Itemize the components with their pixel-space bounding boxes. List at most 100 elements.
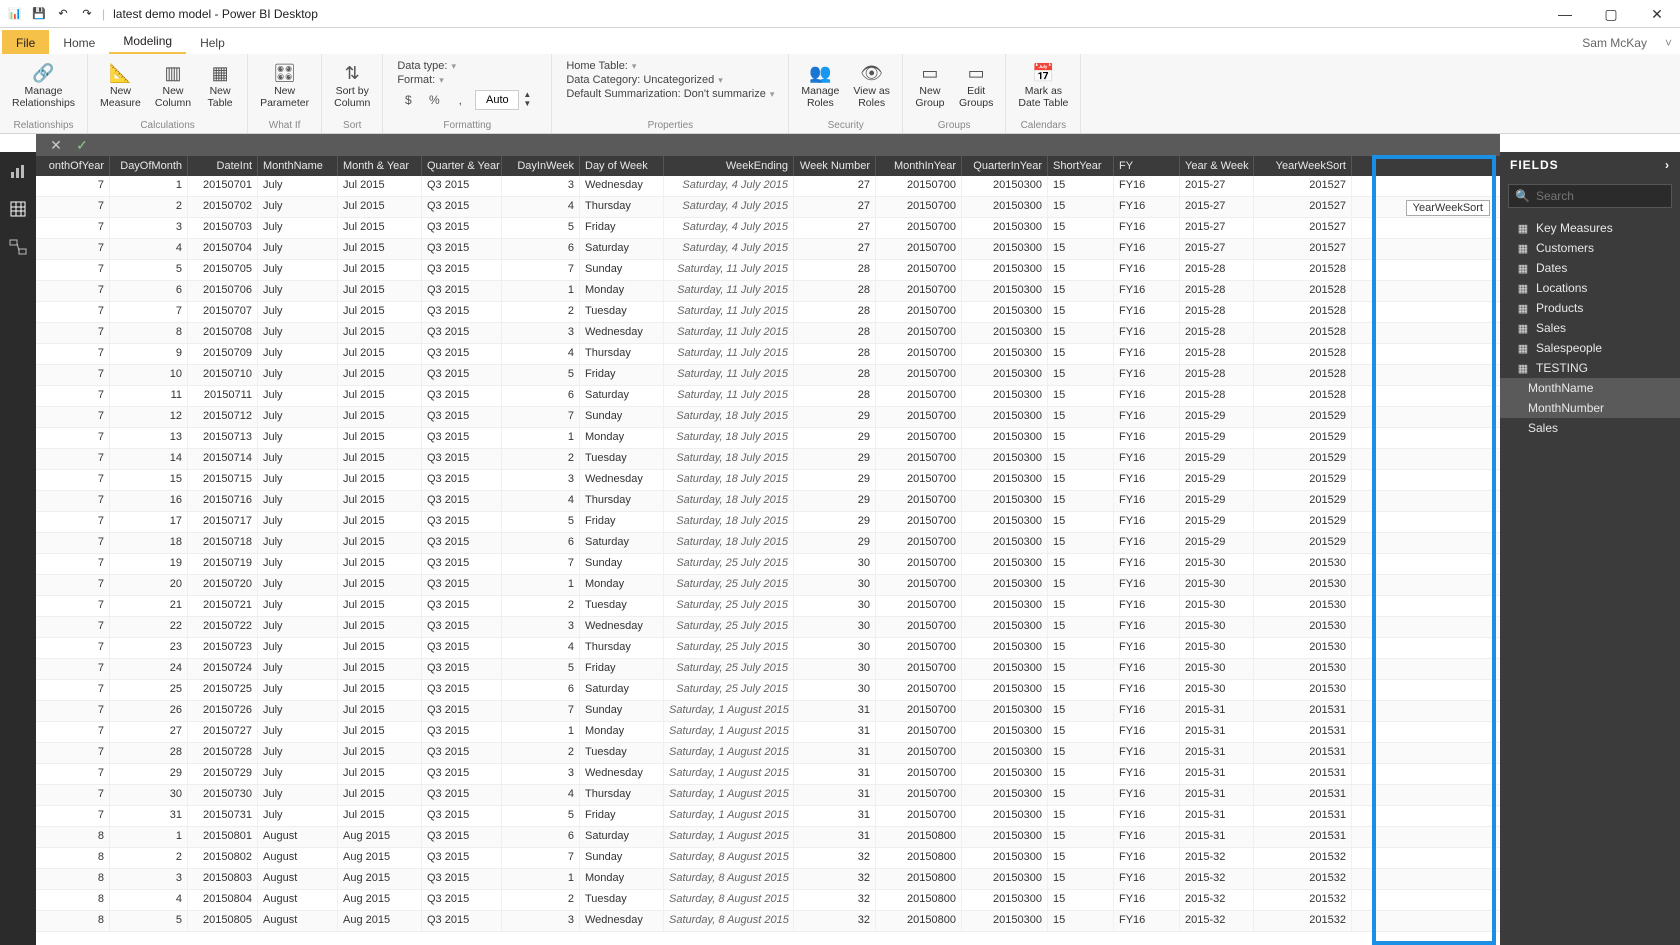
table-cell[interactable]: 20150800: [876, 827, 962, 847]
table-cell[interactable]: Jul 2015: [338, 743, 422, 763]
table-row[interactable]: 72420150724JulyJul 2015Q3 20155FridaySat…: [36, 659, 1500, 680]
table-cell[interactable]: 2: [502, 449, 580, 469]
table-cell[interactable]: Saturday, 8 August 2015: [664, 890, 794, 910]
table-cell[interactable]: 2015-27: [1180, 239, 1254, 259]
table-cell[interactable]: 2015-31: [1180, 764, 1254, 784]
table-cell[interactable]: 3: [502, 911, 580, 931]
table-cell[interactable]: 2015-28: [1180, 344, 1254, 364]
table-cell[interactable]: FY16: [1114, 827, 1180, 847]
table-cell[interactable]: Friday: [580, 365, 664, 385]
grid-header[interactable]: onthOfYearDayOfMonthDateIntMonthNameMont…: [36, 156, 1500, 176]
table-cell[interactable]: 2015-29: [1180, 470, 1254, 490]
new-parameter-button[interactable]: 🎛New Parameter: [254, 58, 315, 111]
table-cell[interactable]: Tuesday: [580, 302, 664, 322]
table-cell[interactable]: Monday: [580, 722, 664, 742]
table-cell[interactable]: 20150700: [876, 302, 962, 322]
column-header[interactable]: MonthName: [258, 156, 338, 176]
table-cell[interactable]: 2015-27: [1180, 197, 1254, 217]
table-cell[interactable]: 30: [794, 680, 876, 700]
table-cell[interactable]: 201528: [1254, 302, 1352, 322]
table-cell[interactable]: Saturday, 4 July 2015: [664, 176, 794, 196]
table-cell[interactable]: Q3 2015: [422, 239, 502, 259]
table-cell[interactable]: 5: [110, 911, 188, 931]
table-cell[interactable]: 20150700: [876, 743, 962, 763]
table-cell[interactable]: 4: [110, 890, 188, 910]
table-cell[interactable]: 201527: [1254, 197, 1352, 217]
table-cell[interactable]: July: [258, 407, 338, 427]
table-cell[interactable]: Jul 2015: [338, 617, 422, 637]
table-cell[interactable]: Saturday, 11 July 2015: [664, 302, 794, 322]
table-cell[interactable]: Monday: [580, 575, 664, 595]
table-cell[interactable]: 31: [794, 701, 876, 721]
table-cell[interactable]: 7: [502, 701, 580, 721]
table-cell[interactable]: FY16: [1114, 617, 1180, 637]
table-cell[interactable]: FY16: [1114, 491, 1180, 511]
table-cell[interactable]: 2015-28: [1180, 260, 1254, 280]
table-cell[interactable]: July: [258, 491, 338, 511]
table-cell[interactable]: 20150710: [188, 365, 258, 385]
table-cell[interactable]: July: [258, 638, 338, 658]
table-cell[interactable]: 31: [794, 785, 876, 805]
table-row[interactable]: 7220150702JulyJul 2015Q3 20154ThursdaySa…: [36, 197, 1500, 218]
table-cell[interactable]: Aug 2015: [338, 890, 422, 910]
home-table-dropdown[interactable]: Home Table:▾: [566, 60, 774, 72]
table-cell[interactable]: 201529: [1254, 512, 1352, 532]
tab-file[interactable]: File: [2, 30, 49, 54]
fields-collapse-icon[interactable]: ›: [1665, 158, 1670, 172]
table-cell[interactable]: FY16: [1114, 554, 1180, 574]
table-cell[interactable]: Jul 2015: [338, 659, 422, 679]
table-cell[interactable]: 28: [794, 281, 876, 301]
table-cell[interactable]: 20150300: [962, 554, 1048, 574]
table-cell[interactable]: 1: [502, 722, 580, 742]
table-cell[interactable]: Sunday: [580, 407, 664, 427]
fields-field[interactable]: MonthName: [1500, 378, 1680, 398]
table-cell[interactable]: Friday: [580, 806, 664, 826]
table-cell[interactable]: 20150712: [188, 407, 258, 427]
table-cell[interactable]: Saturday, 1 August 2015: [664, 785, 794, 805]
table-cell[interactable]: 21: [110, 596, 188, 616]
table-cell[interactable]: Saturday, 1 August 2015: [664, 701, 794, 721]
table-cell[interactable]: 7: [36, 680, 110, 700]
table-cell[interactable]: July: [258, 764, 338, 784]
table-cell[interactable]: 20150707: [188, 302, 258, 322]
table-cell[interactable]: Q3 2015: [422, 848, 502, 868]
table-cell[interactable]: Q3 2015: [422, 596, 502, 616]
table-cell[interactable]: 201531: [1254, 827, 1352, 847]
table-cell[interactable]: 20150700: [876, 617, 962, 637]
table-cell[interactable]: 20150300: [962, 785, 1048, 805]
table-cell[interactable]: 20150805: [188, 911, 258, 931]
table-row[interactable]: 72020150720JulyJul 2015Q3 20151MondaySat…: [36, 575, 1500, 596]
table-cell[interactable]: Saturday, 1 August 2015: [664, 743, 794, 763]
table-cell[interactable]: 29: [794, 533, 876, 553]
table-cell[interactable]: 20150700: [876, 554, 962, 574]
table-cell[interactable]: 20150713: [188, 428, 258, 448]
table-cell[interactable]: 2015-31: [1180, 743, 1254, 763]
table-cell[interactable]: 20150300: [962, 680, 1048, 700]
table-cell[interactable]: 27: [794, 197, 876, 217]
table-cell[interactable]: Q3 2015: [422, 323, 502, 343]
table-cell[interactable]: 20150300: [962, 911, 1048, 931]
view-as-roles-button[interactable]: 👁View as Roles: [847, 58, 896, 111]
fields-field[interactable]: MonthNumber: [1500, 398, 1680, 418]
table-cell[interactable]: FY16: [1114, 344, 1180, 364]
table-cell[interactable]: 6: [502, 827, 580, 847]
table-cell[interactable]: Saturday, 11 July 2015: [664, 386, 794, 406]
table-cell[interactable]: FY16: [1114, 890, 1180, 910]
table-cell[interactable]: July: [258, 533, 338, 553]
table-cell[interactable]: FY16: [1114, 533, 1180, 553]
table-cell[interactable]: 7: [36, 407, 110, 427]
table-cell[interactable]: FY16: [1114, 260, 1180, 280]
table-cell[interactable]: 20150700: [876, 638, 962, 658]
table-cell[interactable]: 201529: [1254, 449, 1352, 469]
table-cell[interactable]: Saturday, 25 July 2015: [664, 659, 794, 679]
table-cell[interactable]: 15: [1048, 596, 1114, 616]
table-cell[interactable]: Q3 2015: [422, 911, 502, 931]
table-cell[interactable]: Aug 2015: [338, 869, 422, 889]
table-cell[interactable]: 4: [502, 638, 580, 658]
table-cell[interactable]: 201531: [1254, 701, 1352, 721]
table-cell[interactable]: 7: [36, 722, 110, 742]
table-cell[interactable]: 201531: [1254, 806, 1352, 826]
table-row[interactable]: 71220150712JulyJul 2015Q3 20157SundaySat…: [36, 407, 1500, 428]
table-cell[interactable]: Q3 2015: [422, 680, 502, 700]
table-cell[interactable]: 7: [36, 638, 110, 658]
